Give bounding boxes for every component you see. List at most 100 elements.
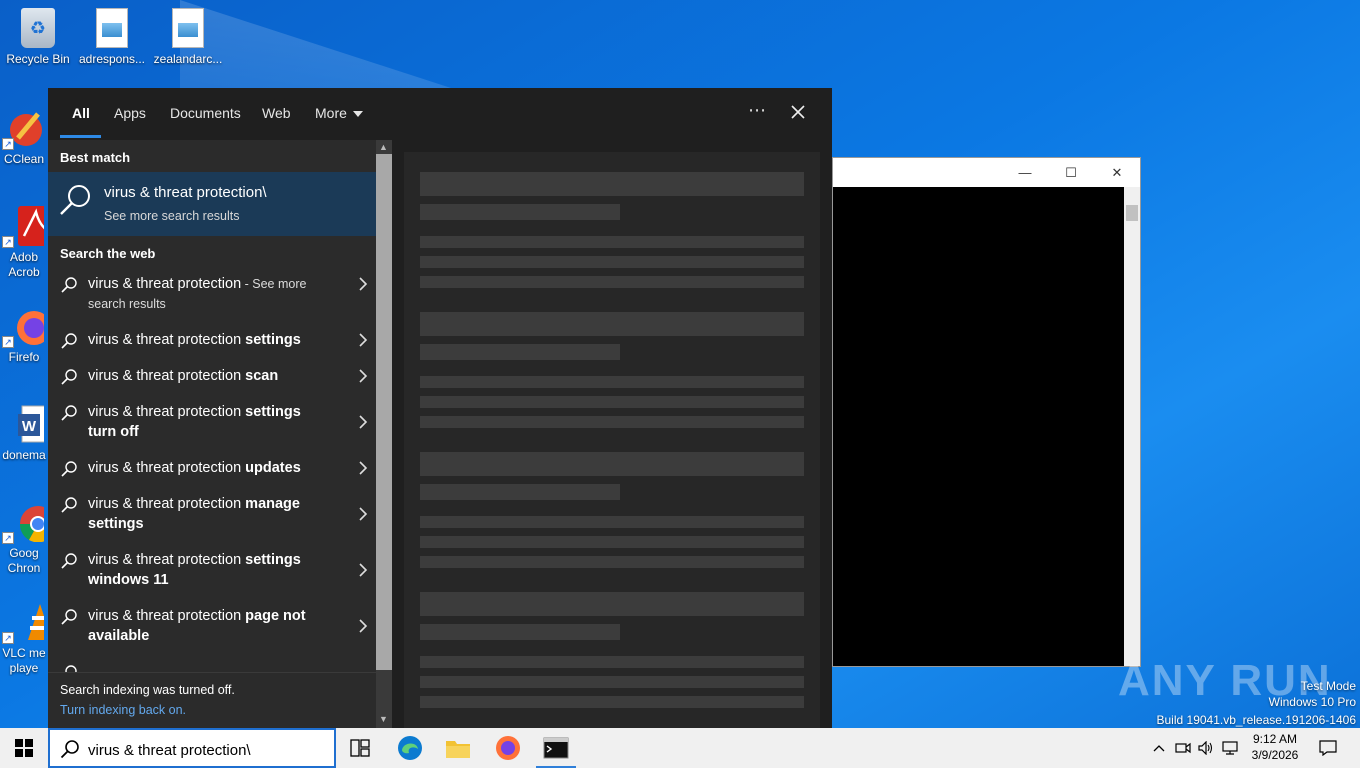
tab-web[interactable]: Web bbox=[262, 105, 291, 121]
tab-documents[interactable]: Documents bbox=[170, 105, 241, 121]
system-clock[interactable]: 9:12 AM 3/9/2026 bbox=[1244, 731, 1306, 763]
search-filter-tabs: All Apps Documents Web More ⋯ bbox=[48, 88, 832, 140]
turn-indexing-on-link[interactable]: Turn indexing back on. bbox=[60, 703, 186, 717]
maximize-button[interactable]: ☐ bbox=[1048, 165, 1094, 181]
ccleaner-icon: ↗ bbox=[2, 108, 44, 150]
web-result-line2: available bbox=[88, 628, 150, 644]
web-result-line2: search results bbox=[88, 297, 166, 311]
start-button[interactable] bbox=[0, 728, 48, 768]
search-icon bbox=[61, 405, 77, 421]
meet-now-button[interactable] bbox=[1174, 728, 1192, 768]
close-button[interactable]: ✕ bbox=[1094, 165, 1140, 181]
search-input[interactable] bbox=[88, 740, 328, 760]
tab-more-label: More bbox=[315, 105, 347, 121]
taskbar-search-box[interactable] bbox=[48, 728, 336, 768]
desktop-icon-label: CClean bbox=[3, 152, 45, 166]
close-search-button[interactable] bbox=[790, 100, 806, 126]
preview-pane-loading bbox=[404, 152, 820, 728]
active-tab-indicator bbox=[60, 135, 101, 138]
desktop-icon-recycle-bin[interactable]: Recycle Bin bbox=[0, 8, 76, 67]
loading-placeholder bbox=[420, 452, 804, 476]
web-result-item[interactable]: virus & threat protection scan bbox=[48, 360, 376, 394]
scrollbar-thumb[interactable] bbox=[1126, 205, 1138, 221]
chevron-right-icon[interactable] bbox=[356, 368, 370, 384]
desktop-icon-adobe-acrobat[interactable]: ↗ Adob Acrob bbox=[0, 206, 52, 280]
desktop-icon-label: VLC me playe bbox=[2, 646, 46, 675]
web-result-item[interactable]: virus & threat protection settings turn o… bbox=[48, 396, 376, 450]
chevron-right-icon[interactable] bbox=[356, 506, 370, 522]
firefox-icon: ↗ bbox=[2, 306, 51, 348]
chevron-right-icon[interactable] bbox=[356, 562, 370, 578]
web-result-prefix: virus & threat protection bbox=[88, 552, 246, 568]
minimize-button[interactable]: — bbox=[1002, 165, 1048, 180]
best-match-result[interactable]: virus & threat protection\ See more sear… bbox=[48, 172, 376, 236]
clock-time: 9:12 AM bbox=[1252, 732, 1298, 746]
web-result-line2: turn off bbox=[88, 424, 139, 440]
desktop-icon-firefox[interactable]: ↗ Firefo bbox=[0, 306, 51, 365]
loading-placeholder bbox=[420, 536, 804, 548]
network-button[interactable] bbox=[1221, 728, 1241, 768]
loading-placeholder bbox=[420, 484, 620, 500]
web-result-prefix: virus & threat protection bbox=[88, 404, 246, 420]
web-result-line2: windows 11 bbox=[88, 572, 169, 588]
desktop-icon-vlc[interactable]: ↗ VLC me playe bbox=[0, 602, 52, 676]
taskbar-command-prompt[interactable] bbox=[532, 728, 580, 768]
desktop-icon-word-document[interactable]: W donema bbox=[0, 404, 53, 463]
indexing-notice: Search indexing was turned off. Turn ind… bbox=[48, 672, 376, 728]
web-result-prefix: virus & threat protection bbox=[88, 496, 246, 512]
chevron-right-icon[interactable] bbox=[356, 332, 370, 348]
console-window[interactable]: — ☐ ✕ bbox=[832, 157, 1141, 667]
taskbar-firefox[interactable] bbox=[484, 728, 532, 768]
desktop-icon-google-chrome[interactable]: ↗ Goog Chron bbox=[0, 502, 57, 576]
web-result-item[interactable]: virus & threat protection settings bbox=[48, 324, 376, 358]
more-options-icon[interactable]: ⋯ bbox=[748, 100, 767, 121]
image-file-icon bbox=[92, 8, 132, 48]
recycle-bin-icon bbox=[18, 8, 58, 48]
web-result-item[interactable]: virus & threat protection page not availa… bbox=[48, 600, 376, 654]
console-titlebar[interactable]: — ☐ ✕ bbox=[833, 158, 1140, 187]
desktop-icon-ccleaner[interactable]: ↗ CClean bbox=[0, 108, 48, 167]
taskbar-edge[interactable] bbox=[386, 728, 434, 768]
scroll-down-icon[interactable]: ▼ bbox=[379, 714, 388, 724]
console-output[interactable] bbox=[833, 187, 1125, 666]
desktop-icon-label: donema bbox=[2, 448, 46, 462]
command-prompt-icon bbox=[543, 737, 569, 759]
windows-edition-text: Windows 10 Pro bbox=[1268, 695, 1356, 709]
task-view-button[interactable] bbox=[336, 728, 384, 768]
search-icon bbox=[61, 497, 77, 513]
desktop-icon-zealandarc[interactable]: zealandarc... bbox=[150, 8, 226, 67]
windows-search-panel: All Apps Documents Web More ⋯ Best match… bbox=[48, 88, 832, 728]
desktop-icon-label: Firefo bbox=[8, 350, 40, 364]
desktop-icon-adrespons[interactable]: adrespons... bbox=[74, 8, 150, 67]
web-result-prefix: virus & threat protection bbox=[88, 332, 246, 348]
scroll-up-icon[interactable]: ▲ bbox=[379, 142, 388, 152]
web-result-prefix: virus & threat protection bbox=[88, 368, 246, 384]
web-result-prefix: virus & threat protection bbox=[88, 276, 242, 292]
scrollbar-thumb[interactable] bbox=[376, 154, 392, 670]
loading-placeholder bbox=[420, 236, 804, 248]
chevron-right-icon[interactable] bbox=[356, 414, 370, 430]
indexing-status-text: Search indexing was turned off. bbox=[60, 683, 235, 697]
search-icon bbox=[61, 553, 77, 569]
results-scrollbar[interactable]: ▲ ▼ bbox=[376, 140, 392, 728]
taskbar-file-explorer[interactable] bbox=[434, 728, 482, 768]
action-center-button[interactable] bbox=[1314, 728, 1342, 768]
tab-more[interactable]: More bbox=[315, 105, 363, 121]
console-scrollbar[interactable] bbox=[1124, 187, 1140, 666]
web-result-item[interactable]: virus & threat protection - See more sear… bbox=[48, 268, 376, 322]
web-result-item[interactable]: virus & threat protection manage settings bbox=[48, 488, 376, 542]
web-result-item-partial[interactable] bbox=[48, 658, 376, 672]
chevron-right-icon[interactable] bbox=[356, 618, 370, 634]
tab-apps[interactable]: Apps bbox=[114, 105, 146, 121]
loading-placeholder bbox=[420, 376, 804, 388]
show-hidden-icons-button[interactable] bbox=[1150, 728, 1168, 768]
volume-button[interactable] bbox=[1197, 728, 1215, 768]
web-result-item[interactable]: virus & threat protection updates bbox=[48, 452, 376, 486]
loading-placeholder bbox=[420, 344, 620, 360]
chevron-right-icon[interactable] bbox=[356, 276, 370, 292]
chevron-right-icon[interactable] bbox=[356, 460, 370, 476]
web-result-bold: page not bbox=[245, 608, 306, 624]
tab-all[interactable]: All bbox=[72, 105, 90, 121]
loading-placeholder bbox=[420, 516, 804, 528]
web-result-item[interactable]: virus & threat protection settings window… bbox=[48, 544, 376, 598]
